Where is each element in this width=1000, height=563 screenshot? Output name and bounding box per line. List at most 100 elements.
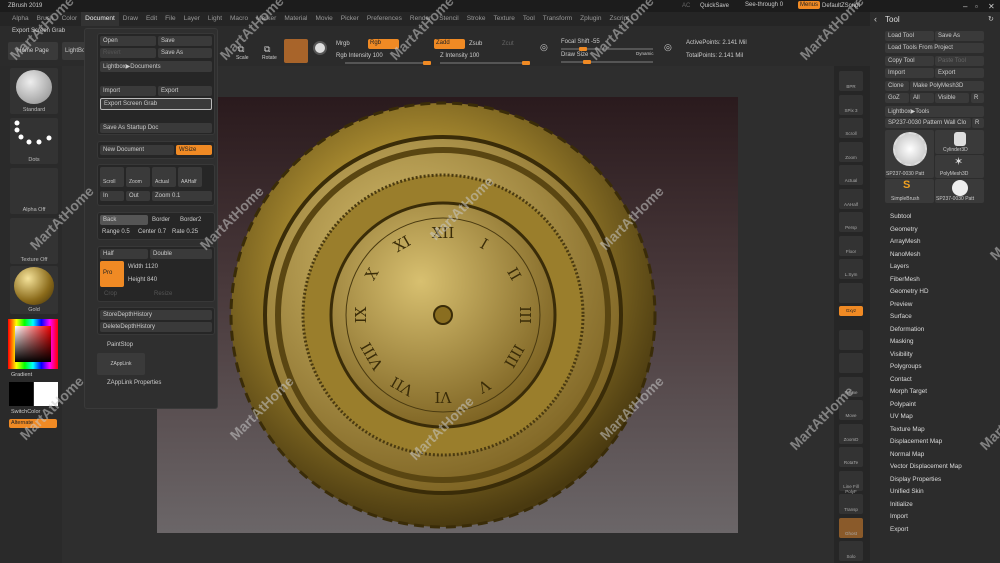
tool-section-arraymesh[interactable]: ArrayMesh: [890, 238, 920, 245]
open-button[interactable]: Open: [100, 36, 156, 46]
save-as-tool-button[interactable]: Save As: [935, 31, 984, 41]
menu-edit[interactable]: Edit: [142, 12, 161, 26]
shelf-bpr[interactable]: BPR: [839, 71, 863, 91]
default-zscript-button[interactable]: DefaultZScript: [822, 3, 860, 9]
width-slider[interactable]: Width 1120: [128, 264, 158, 270]
tool-section-geometry-hd[interactable]: Geometry HD: [890, 288, 929, 295]
tool-section-texture-map[interactable]: Texture Map: [890, 426, 925, 433]
goz-button[interactable]: GoZ: [885, 93, 909, 103]
delete-depth-history-button[interactable]: DeleteDepthHistory: [100, 322, 212, 332]
tool-thumb-simplebrush[interactable]: S SimpleBrush: [885, 179, 934, 203]
menu-color[interactable]: Color: [58, 12, 82, 26]
tool-section-subtool[interactable]: Subtool: [890, 213, 911, 220]
shelf-solo[interactable]: Solo: [839, 541, 863, 561]
lightbox-button[interactable]: LightBox: [62, 42, 86, 60]
tool-section-unified-skin[interactable]: Unified Skin: [890, 488, 924, 495]
shelf-ghost[interactable]: Ghost: [839, 517, 863, 538]
range-slider[interactable]: Range 0.5: [102, 229, 130, 235]
tool-section-import[interactable]: Import: [890, 513, 908, 520]
tool-section-visibility[interactable]: Visibility: [890, 351, 913, 358]
shelf-zoom[interactable]: Zoom: [839, 141, 863, 162]
zoom-button[interactable]: Zoom: [126, 167, 150, 187]
shelf-aahalf[interactable]: AAHalf: [839, 188, 863, 209]
tool-thumb-clock-2[interactable]: SP237-0030 Patt: [935, 179, 984, 203]
draw-size-track[interactable]: [561, 60, 653, 64]
resize-button[interactable]: Resize: [154, 291, 172, 297]
center-slider[interactable]: Center 0.7: [138, 229, 166, 235]
menu-marker[interactable]: Marker: [252, 12, 280, 26]
export-screen-grab-button[interactable]: Export Screen Grab: [100, 98, 212, 110]
scroll-button[interactable]: Scroll: [100, 167, 124, 187]
tool-section-deformation[interactable]: Deformation: [890, 326, 924, 333]
pro-button[interactable]: Pro: [100, 261, 124, 287]
store-depth-history-button[interactable]: StoreDepthHistory: [100, 310, 212, 320]
menu-draw[interactable]: Draw: [119, 12, 142, 26]
lightbox-documents-button[interactable]: Lightbox▶Documents: [100, 61, 212, 72]
menu-brush[interactable]: Brush: [33, 12, 58, 26]
focal-shift-slider[interactable]: Focal Shift -55: [561, 39, 600, 45]
paste-tool-button[interactable]: Paste Tool: [935, 56, 984, 66]
tool-thumb-polymesh[interactable]: ✶ PolyMesh3D: [935, 155, 984, 178]
visible-button[interactable]: Visible: [935, 93, 969, 103]
focal-shift-track[interactable]: [561, 47, 653, 51]
shelf-line-fill-polyf[interactable]: Line Fill PolyF: [839, 470, 863, 494]
material-swatch[interactable]: [284, 39, 308, 63]
menu-picker[interactable]: Picker: [337, 12, 363, 26]
shelf-icon-9[interactable]: [839, 282, 863, 303]
border-button[interactable]: Border: [152, 217, 170, 223]
menu-document[interactable]: Document: [81, 12, 119, 26]
main-color-swatch[interactable]: [9, 382, 33, 406]
tool-section-contact[interactable]: Contact: [890, 376, 912, 383]
shelf-transp[interactable]: Transp: [839, 494, 863, 514]
home-page-button[interactable]: Home Page: [8, 42, 58, 60]
menu-preferences[interactable]: Preferences: [363, 12, 406, 26]
quicksave-button[interactable]: QuickSave: [700, 3, 729, 9]
minimize-icon[interactable]: –: [963, 2, 967, 11]
tool-thumb-cylinder[interactable]: Cylinder3D: [935, 130, 984, 154]
all-button[interactable]: All: [910, 93, 934, 103]
refresh-icon[interactable]: ↻: [988, 15, 994, 23]
menu-stencil[interactable]: Stencil: [435, 12, 463, 26]
r2-button[interactable]: R: [972, 118, 984, 128]
actual-button[interactable]: Actual: [152, 167, 176, 187]
see-through-slider[interactable]: See-through 0: [745, 2, 783, 8]
menus-toggle[interactable]: Menus: [798, 1, 821, 9]
secondary-color-swatch[interactable]: [34, 382, 58, 406]
load-tool-button[interactable]: Load Tool: [885, 31, 934, 41]
color-sphere-icon[interactable]: [313, 41, 327, 55]
tool-section-normal-map[interactable]: Normal Map: [890, 451, 924, 458]
alpha-thumbnail[interactable]: Alpha Off: [10, 168, 58, 214]
menu-zscript[interactable]: Zscript: [606, 12, 634, 26]
mrgb-button[interactable]: Mrgb: [336, 41, 350, 47]
half-button[interactable]: Half: [100, 249, 148, 259]
menu-zplugin[interactable]: Zplugin: [576, 12, 605, 26]
zcut-button[interactable]: Zcut: [502, 41, 514, 47]
height-slider[interactable]: Height 840: [128, 277, 157, 283]
menu-alpha[interactable]: Alpha: [8, 12, 33, 26]
tool-section-surface[interactable]: Surface: [890, 313, 912, 320]
switch-color-button[interactable]: SwitchColor: [11, 409, 40, 415]
crop-button[interactable]: Crop: [104, 291, 117, 297]
tool-section-polypaint[interactable]: Polypaint: [890, 401, 916, 408]
r-button[interactable]: R: [971, 93, 984, 103]
tool-section-displacement-map[interactable]: Displacement Map: [890, 438, 942, 445]
back-button[interactable]: Back: [100, 215, 148, 225]
document-canvas[interactable]: XII I II III IIII V VI VII VIII IX X XI: [157, 97, 738, 533]
menu-tool[interactable]: Tool: [519, 12, 539, 26]
shelf-frame[interactable]: Frame: [839, 376, 863, 397]
tool-section-polygroups[interactable]: Polygroups: [890, 363, 922, 370]
tool-section-geometry[interactable]: Geometry: [890, 226, 918, 233]
menu-light[interactable]: Light: [204, 12, 226, 26]
zadd-button[interactable]: Zadd: [434, 39, 465, 49]
shelf-rotate[interactable]: RotaTe: [839, 447, 863, 467]
rgb-intensity-slider[interactable]: Rgb Intensity 100: [336, 53, 383, 59]
zapplink-properties-label[interactable]: ZAppLink Properties: [107, 380, 161, 386]
menu-file[interactable]: File: [161, 12, 179, 26]
new-document-button[interactable]: New Document: [100, 145, 174, 155]
dynamic-button[interactable]: Dynamic: [636, 51, 654, 56]
gradient-label[interactable]: Gradient: [11, 372, 32, 378]
zapplink-button[interactable]: ZAppLink: [97, 353, 145, 375]
tool-section-display-properties[interactable]: Display Properties: [890, 476, 941, 483]
paintstop-label[interactable]: PaintStop: [107, 342, 133, 348]
menu-movie[interactable]: Movie: [311, 12, 336, 26]
